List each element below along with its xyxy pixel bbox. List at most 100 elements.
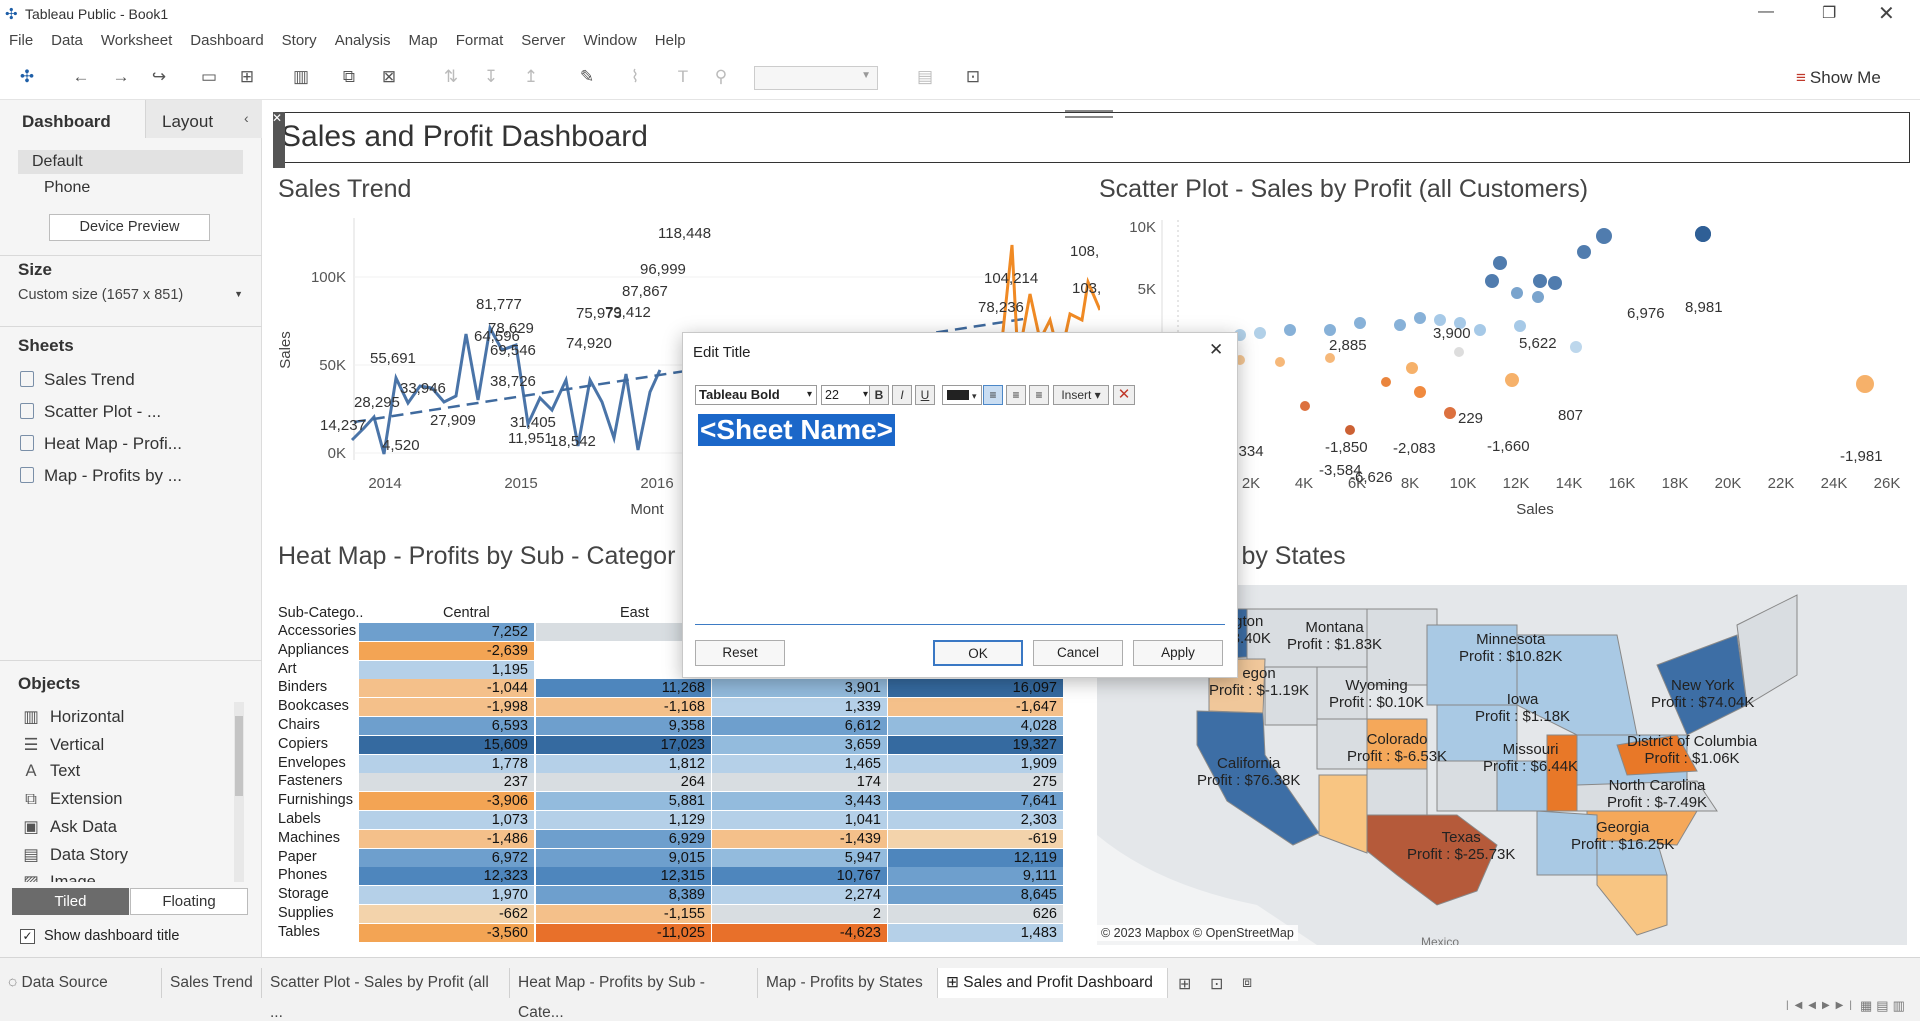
heatmap-cell[interactable]: -1,155 (536, 905, 711, 923)
heatmap-cell[interactable]: -1,044 (359, 679, 534, 698)
menu-story[interactable]: Story (273, 28, 326, 49)
tiled-button[interactable]: Tiled (12, 888, 129, 915)
new-worksheet-tab-icon[interactable]: ⊞ (1178, 974, 1191, 994)
heatmap-cell[interactable]: -3,906 (359, 792, 534, 811)
align-center-button[interactable]: ≡ (1006, 385, 1026, 405)
show-me-button[interactable]: ≡ Show Me (1796, 68, 1881, 88)
heatmap-cell[interactable]: 9,358 (536, 717, 711, 735)
heatmap-cell[interactable]: -1,486 (359, 829, 534, 848)
menu-worksheet[interactable]: Worksheet (92, 28, 181, 49)
menu-analysis[interactable]: Analysis (326, 28, 400, 49)
drag-handle-icon[interactable] (1065, 110, 1113, 118)
menu-data[interactable]: Data (42, 28, 92, 49)
heatmap-cell[interactable]: 12,323 (359, 867, 534, 886)
heatmap-cell[interactable]: -1,647 (888, 698, 1063, 717)
heatmap-cell[interactable]: 5,881 (536, 792, 711, 811)
heatmap-cell[interactable]: 17,023 (536, 735, 711, 754)
heatmap-cell[interactable]: 2 (712, 905, 887, 923)
heatmap-cell[interactable]: 174 (712, 773, 887, 792)
clear-icon[interactable]: ⊠ (378, 66, 400, 88)
heatmap-cell[interactable]: 1,778 (359, 754, 534, 773)
sheet-item-sales-trend[interactable]: Sales Trend (20, 370, 135, 390)
heatmap-cell[interactable]: 1,465 (712, 754, 887, 773)
heatmap-cell[interactable]: 1,195 (359, 660, 534, 679)
restore-icon[interactable]: ❐ (1822, 3, 1836, 23)
heatmap-cell[interactable]: 3,443 (712, 792, 887, 811)
object-horizontal[interactable]: ▥ Horizontal (20, 707, 124, 727)
heatmap-cell[interactable]: -11,025 (536, 923, 711, 942)
device-phone[interactable]: Phone (44, 179, 90, 197)
pin-icon[interactable]: ⚲ (710, 66, 732, 88)
tab-map[interactable]: Map - Profits by States (758, 968, 938, 998)
heatmap-cell[interactable]: 12,119 (888, 848, 1063, 867)
heatmap-cell[interactable]: 1,812 (536, 754, 711, 773)
object-text[interactable]: A Text (20, 762, 80, 781)
presentation-icon[interactable]: ⊡ (962, 66, 984, 88)
tab-data-source[interactable]: ◌ Data Source (0, 968, 162, 998)
heatmap-cell[interactable]: 6,612 (712, 717, 887, 735)
fit-dropdown[interactable]: ▼ (754, 66, 878, 90)
menu-dashboard[interactable]: Dashboard (181, 28, 272, 49)
highlight-icon[interactable]: ✎ (576, 66, 598, 88)
sort-ascending-icon[interactable]: ↧ (480, 66, 502, 88)
reset-button[interactable]: Reset (695, 640, 785, 666)
replay-icon[interactable]: ↪ (148, 66, 170, 88)
apply-button[interactable]: Apply (1133, 640, 1223, 666)
underline-button[interactable]: U (915, 385, 935, 405)
heatmap-cell[interactable]: 6,593 (359, 717, 534, 735)
heatmap-cell[interactable]: -1,998 (359, 698, 534, 717)
tab-layout[interactable]: Layout (162, 112, 213, 132)
new-dashboard-tab-icon[interactable]: ⊡ (1210, 974, 1223, 994)
heatmap-cell[interactable]: -662 (359, 905, 534, 923)
view-toggle-icons[interactable]: ▦▤▥ (1860, 998, 1909, 1014)
heatmap-cell[interactable]: 1,129 (536, 811, 711, 829)
color-picker[interactable]: ▾ (942, 385, 982, 405)
insert-button[interactable]: Insert ▾ (1053, 385, 1109, 405)
minimize-icon[interactable]: — (1758, 3, 1774, 21)
heatmap-cell[interactable]: 15,609 (359, 735, 534, 754)
heatmap-cell[interactable]: 12,315 (536, 867, 711, 886)
object-image[interactable]: ▨ Image (20, 872, 96, 882)
label-icon[interactable]: T (672, 66, 694, 88)
new-datasource-icon[interactable]: ⊞ (236, 66, 258, 88)
sheet-item-heatmap[interactable]: Heat Map - Profi... (20, 434, 182, 454)
heatmap-cell[interactable]: 7,252 (359, 623, 534, 641)
new-worksheet-icon[interactable]: ▥ (290, 66, 312, 88)
tab-scroll-controls[interactable]: |◀◀▶▶| (1786, 1000, 1858, 1011)
heatmap-cell[interactable]: 264 (536, 773, 711, 792)
close-icon[interactable]: ✕ (1878, 1, 1895, 26)
heatmap-cell[interactable]: -619 (888, 829, 1063, 848)
heatmap-cell[interactable]: 275 (888, 773, 1063, 792)
redo-icon[interactable]: → (110, 66, 132, 88)
heatmap-cell[interactable]: 11,268 (536, 679, 711, 698)
device-preview-button[interactable]: Device Preview (49, 214, 210, 241)
objects-scrollbar[interactable] (234, 702, 244, 882)
tab-dashboard[interactable]: Dashboard (22, 112, 111, 132)
remove-zone-icon[interactable]: ✕ (272, 111, 282, 125)
object-extension[interactable]: ⧉ Extension (20, 790, 122, 809)
heatmap-cell[interactable]: 1,909 (888, 754, 1063, 773)
heatmap-cell[interactable]: 16,097 (888, 679, 1063, 698)
heatmap-cell[interactable]: 19,327 (888, 735, 1063, 754)
heatmap-cell[interactable]: 3,659 (712, 735, 887, 754)
heatmap-cell[interactable]: 1,041 (712, 811, 887, 829)
sheet-item-map[interactable]: Map - Profits by ... (20, 466, 182, 486)
heatmap-cell[interactable]: -2,639 (359, 641, 534, 660)
ok-button[interactable]: OK (933, 640, 1023, 666)
object-ask-data[interactable]: ▣ Ask Data (20, 817, 117, 837)
align-right-button[interactable]: ≡ (1029, 385, 1049, 405)
save-icon[interactable]: ▭ (198, 66, 220, 88)
heatmap-cell[interactable]: 6,929 (536, 829, 711, 848)
swap-icon[interactable]: ⇅ (440, 66, 462, 88)
heatmap-cell[interactable]: 5,947 (712, 848, 887, 867)
heatmap-cell[interactable]: -1,439 (712, 829, 887, 848)
italic-button[interactable]: I (892, 385, 912, 405)
dialog-close-icon[interactable]: ✕ (1209, 340, 1223, 360)
heatmap-cell[interactable]: 8,389 (536, 886, 711, 905)
title-editor[interactable]: <Sheet Name> (695, 409, 1225, 625)
menu-format[interactable]: Format (447, 28, 513, 49)
collapse-pane-icon[interactable]: ‹ (244, 110, 249, 126)
bold-button[interactable]: B (869, 385, 889, 405)
size-dropdown[interactable]: Custom size (1657 x 851) ▼ (18, 287, 243, 307)
tab-scatter-plot[interactable]: Scatter Plot - Sales by Profit (all ... (262, 968, 510, 1021)
